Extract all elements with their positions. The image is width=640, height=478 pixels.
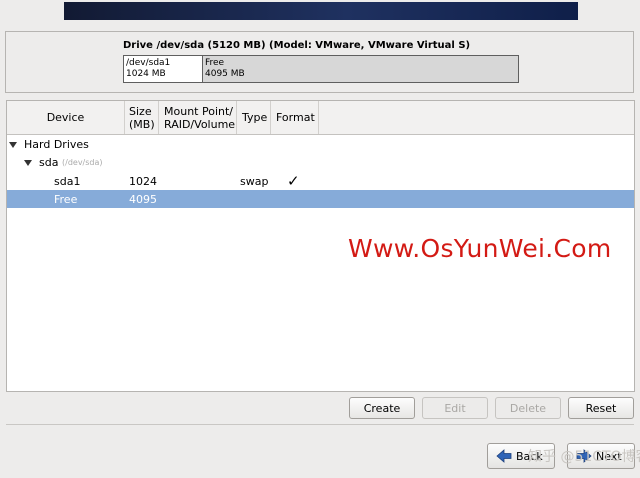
column-header-mount-point[interactable]: Mount Point/RAID/Volume — [159, 101, 237, 134]
arrow-left-icon — [496, 449, 512, 463]
cell-device: sda1 — [54, 175, 81, 188]
segment-name: /dev/sda1 — [126, 58, 171, 68]
disk-name: sda — [39, 156, 59, 169]
column-header-size[interactable]: Size (MB) — [125, 101, 159, 134]
table-row[interactable]: sda1 1024 swap ✓ — [7, 172, 634, 190]
tree-row-disk[interactable]: sda (/dev/sda) — [7, 153, 634, 171]
checkmark-icon: ✓ — [287, 172, 300, 190]
partition-segment-sda1[interactable]: /dev/sda1 1024 MB — [124, 56, 203, 82]
disk-path: (/dev/sda) — [62, 158, 103, 167]
edit-button[interactable]: Edit — [422, 397, 488, 419]
partition-segment-free[interactable]: Free 4095 MB — [203, 56, 518, 82]
drive-title: Drive /dev/sda (5120 MB) (Model: VMware,… — [123, 40, 471, 51]
table-row-selected[interactable]: Free 4095 — [7, 190, 634, 208]
column-header-type[interactable]: Type — [237, 101, 271, 134]
column-header-format[interactable]: Format — [271, 101, 319, 134]
cell-size: 1024 — [129, 175, 157, 188]
divider — [6, 424, 634, 425]
site-watermark: 知乎 @51CTO博客 — [528, 449, 640, 465]
cell-type: swap — [240, 175, 269, 188]
segment-name: Free — [205, 58, 225, 68]
partition-bar: /dev/sda1 1024 MB Free 4095 MB — [123, 55, 519, 83]
group-label: Hard Drives — [24, 138, 89, 151]
cell-device: Free — [54, 193, 78, 206]
watermark-text: Www.OsYunWei.Com — [348, 234, 612, 263]
segment-size: 1024 MB — [126, 69, 166, 79]
reset-button[interactable]: Reset — [568, 397, 634, 419]
tree-row-hard-drives[interactable]: Hard Drives — [7, 135, 634, 153]
expander-down-icon[interactable] — [24, 160, 32, 166]
create-button[interactable]: Create — [349, 397, 415, 419]
segment-size: 4095 MB — [205, 69, 245, 79]
cell-size: 4095 — [129, 193, 157, 206]
drive-summary-panel: Drive /dev/sda (5120 MB) (Model: VMware,… — [5, 31, 634, 93]
table-header: Device Size (MB) Mount Point/RAID/Volume … — [7, 101, 634, 135]
header-banner — [64, 2, 578, 20]
column-header-device[interactable]: Device — [7, 101, 125, 134]
expander-down-icon[interactable] — [9, 142, 17, 148]
delete-button[interactable]: Delete — [495, 397, 561, 419]
